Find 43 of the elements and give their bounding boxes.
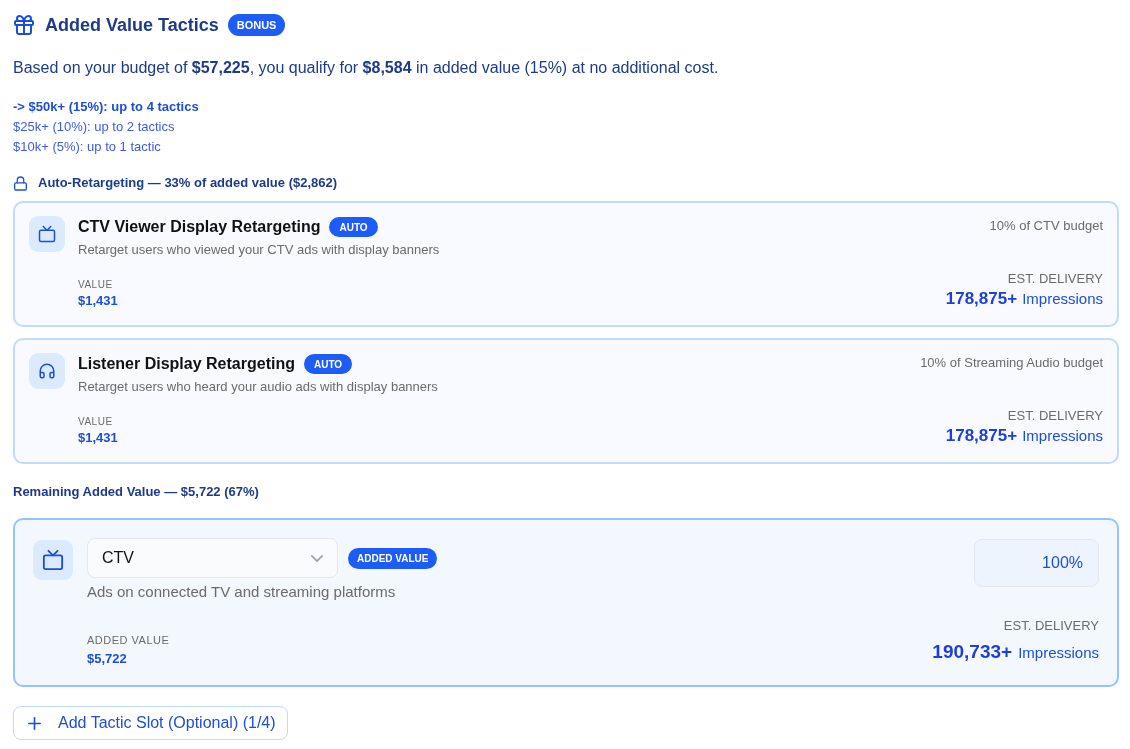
lock-icon bbox=[14, 175, 27, 191]
impressions-label: Impressions bbox=[1022, 289, 1103, 309]
delivery-label: EST. DELIVERY bbox=[1003, 617, 1099, 635]
section-heading: Auto-Retargeting — 33% of added value ($2,862) bbox=[38, 174, 338, 193]
percent-input[interactable]: 100% bbox=[974, 539, 1099, 587]
impressions-label: Impressions bbox=[1018, 643, 1099, 663]
chevron-down-icon bbox=[311, 554, 323, 562]
tier-rule: $25k+ (10%): up to 2 tactics bbox=[13, 118, 175, 136]
tactic-description: Ads on connected TV and streaming platforms bbox=[87, 582, 396, 602]
value-amount: $1,431 bbox=[78, 292, 118, 310]
value-label: VALUE bbox=[78, 278, 113, 292]
tier-rule: -> $50k+ (15%): up to 4 tactics bbox=[13, 98, 199, 116]
impressions-count: 178,875+ bbox=[945, 425, 1018, 447]
budget-summary: Based on your budget of $57,225, you qualify for $8,584 in added value (15%) at no additional cost. bbox=[13, 58, 719, 78]
headphones-icon bbox=[29, 353, 65, 389]
tactic-title: CTV Viewer Display Retargeting bbox=[78, 217, 321, 237]
tv-icon bbox=[29, 216, 65, 252]
plus-icon bbox=[28, 716, 41, 730]
section-heading: Remaining Added Value — $5,722 (67%) bbox=[13, 483, 259, 501]
add-tactic-button[interactable]: Add Tactic Slot (Optional) (1/4) bbox=[13, 706, 288, 740]
value-label: ADDED VALUE bbox=[87, 633, 170, 648]
delivery-label: EST. DELIVERY bbox=[1007, 270, 1103, 288]
bonus-badge: BONUS bbox=[227, 14, 286, 36]
channel-dropdown[interactable]: CTV bbox=[87, 538, 338, 578]
value-amount: $5,722 bbox=[87, 650, 127, 668]
impressions-count: 190,733+ bbox=[932, 640, 1013, 664]
section-title: Added Value Tactics bbox=[45, 14, 219, 37]
added-value-badge: ADDED VALUE bbox=[348, 547, 438, 569]
budget-share: 10% of Streaming Audio budget bbox=[920, 354, 1103, 372]
gift-icon bbox=[14, 15, 34, 35]
tv-icon bbox=[33, 540, 73, 580]
value-amount: $1,431 bbox=[78, 429, 118, 447]
auto-badge: AUTO bbox=[329, 217, 378, 237]
tactic-description: Retarget users who heard your audio ads with display banners bbox=[78, 378, 438, 396]
budget-share: 10% of CTV budget bbox=[989, 217, 1103, 235]
delivery-label: EST. DELIVERY bbox=[1007, 407, 1103, 425]
impressions-count: 178,875+ bbox=[945, 288, 1018, 310]
auto-badge: AUTO bbox=[303, 354, 353, 374]
tactic-description: Retarget users who viewed your CTV ads with display banners bbox=[78, 241, 440, 259]
impressions-label: Impressions bbox=[1022, 426, 1103, 446]
tier-rule: $10k+ (5%): up to 1 tactic bbox=[13, 138, 161, 156]
tactic-title: Listener Display Retargeting bbox=[78, 354, 295, 374]
value-label: VALUE bbox=[78, 415, 113, 429]
